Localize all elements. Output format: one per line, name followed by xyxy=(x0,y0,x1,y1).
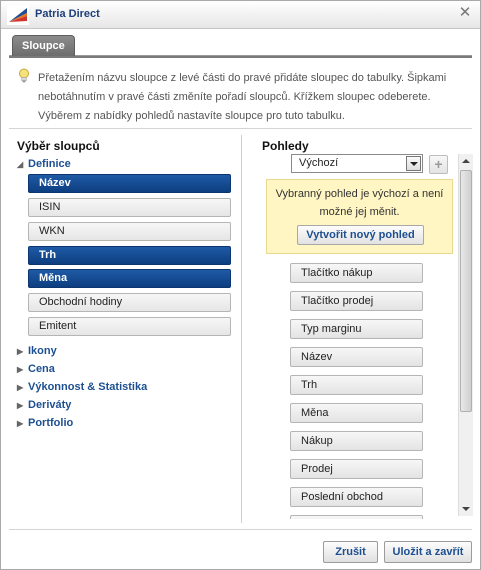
dialog-window: Patria Direct ✕ Sloupce Přetažením názvu… xyxy=(0,0,481,570)
view-column-nazev[interactable]: Název xyxy=(290,347,423,367)
cancel-button[interactable]: Zrušit xyxy=(323,541,378,563)
column-item-nazev[interactable]: Název xyxy=(28,174,231,193)
group-label: Definice xyxy=(28,158,71,170)
create-view-button[interactable]: Vytvořit nový pohled xyxy=(297,225,424,245)
group-definice[interactable]: ◢ Definice xyxy=(17,157,71,171)
view-column-trh[interactable]: Trh xyxy=(290,375,423,395)
group-portfolio[interactable]: ▶ Portfolio xyxy=(17,416,73,430)
view-column-mena[interactable]: Měna xyxy=(290,403,423,423)
group-vykonnost-statistika[interactable]: ▶ Výkonnost & Statistika xyxy=(17,380,147,394)
view-columns-list: Tlačítko nákup Tlačítko prodej Typ margi… xyxy=(263,260,456,519)
group-ikony[interactable]: ▶ Ikony xyxy=(17,344,57,358)
column-item-isin[interactable]: ISIN xyxy=(28,198,231,217)
view-column-posledni-obchod[interactable]: Poslední obchod xyxy=(290,487,423,507)
tab-strip: Sloupce xyxy=(9,34,472,57)
patria-logo-icon xyxy=(7,5,29,25)
view-column-next[interactable] xyxy=(290,515,423,519)
plus-icon: + xyxy=(434,156,443,172)
group-label: Cena xyxy=(28,363,55,375)
divider xyxy=(9,128,472,129)
collapsed-arrow-icon: ▶ xyxy=(17,419,24,428)
scroll-down-icon[interactable] xyxy=(459,502,473,516)
footer-divider xyxy=(9,529,472,530)
view-column-prodej[interactable]: Prodej xyxy=(290,459,423,479)
collapsed-arrow-icon: ▶ xyxy=(17,365,24,374)
group-label: Deriváty xyxy=(28,399,72,411)
info-text: Přetažením názvu sloupce z levé části do… xyxy=(38,69,468,126)
column-item-wkn[interactable]: WKN xyxy=(28,222,231,241)
view-select-value: Výchozí xyxy=(299,157,339,169)
tab-underline xyxy=(9,56,472,58)
column-item-emitent[interactable]: Emitent xyxy=(28,317,231,336)
info-line: nebotáhnutím v pravé části změníte pořad… xyxy=(38,91,431,103)
column-item-mena[interactable]: Měna xyxy=(28,269,231,288)
view-column-typ-marginu[interactable]: Typ marginu xyxy=(290,319,423,339)
chevron-down-icon[interactable] xyxy=(406,156,421,171)
column-item-trh[interactable]: Trh xyxy=(28,246,231,265)
view-column-tlacitko-nakup[interactable]: Tlačítko nákup xyxy=(290,263,423,283)
save-close-button[interactable]: Uložit a zavřít xyxy=(384,541,472,563)
column-picker-title: Výběr sloupců xyxy=(17,139,100,153)
tab-columns[interactable]: Sloupce xyxy=(12,35,75,57)
add-view-button[interactable]: + xyxy=(429,155,448,174)
views-scrollbar[interactable] xyxy=(458,154,473,516)
group-derivaty[interactable]: ▶ Deriváty xyxy=(17,398,71,412)
group-label: Portfolio xyxy=(28,417,74,429)
lightbulb-icon xyxy=(19,68,29,83)
collapsed-arrow-icon: ▶ xyxy=(17,401,24,410)
notice-line: Vybranný pohled je výchozí a není xyxy=(275,188,444,200)
view-column-nakup[interactable]: Nákup xyxy=(290,431,423,451)
notice-text: Vybranný pohled je výchozí a není možné … xyxy=(267,185,452,221)
collapsed-arrow-icon: ▶ xyxy=(17,383,24,392)
expanded-arrow-icon: ◢ xyxy=(17,160,24,169)
column-item-obchodni-hodiny[interactable]: Obchodní hodiny xyxy=(28,293,231,312)
default-view-notice: Vybranný pohled je výchozí a není možné … xyxy=(266,179,453,254)
scroll-up-icon[interactable] xyxy=(459,154,473,168)
group-label: Výkonnost & Statistika xyxy=(28,381,148,393)
views-title: Pohledy xyxy=(262,139,309,153)
title-bar[interactable]: Patria Direct ✕ xyxy=(1,1,480,29)
window-title: Patria Direct xyxy=(35,8,100,20)
group-cena[interactable]: ▶ Cena xyxy=(17,362,55,376)
view-column-tlacitko-prodej[interactable]: Tlačítko prodej xyxy=(290,291,423,311)
collapsed-arrow-icon: ▶ xyxy=(17,347,24,356)
notice-line: možné jej měnit. xyxy=(319,206,400,218)
view-select[interactable]: Výchozí xyxy=(291,154,423,173)
info-line: Přetažením názvu sloupce z levé části do… xyxy=(38,72,447,84)
scroll-thumb[interactable] xyxy=(460,170,472,412)
panel-divider xyxy=(241,135,242,523)
info-line: Výběrem z nabídky pohledů nastavíte slou… xyxy=(38,110,345,122)
close-icon[interactable]: ✕ xyxy=(458,5,472,20)
group-label: Ikony xyxy=(28,345,57,357)
